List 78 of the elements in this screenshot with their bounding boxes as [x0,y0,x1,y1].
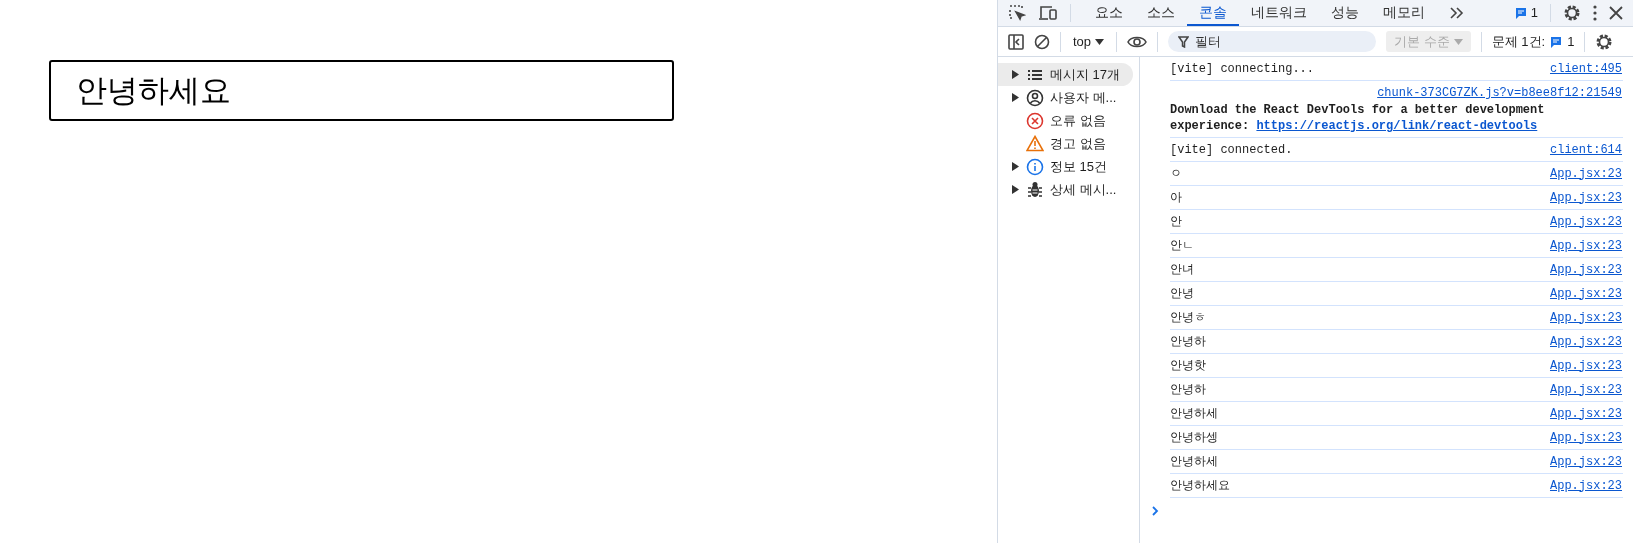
caret-icon [1095,38,1105,45]
log-message: Download the React DevTools for a better development experience: https://reactjs.org/link/react-devtools [1170,102,1546,134]
source-link[interactable]: App.jsx:23 [1550,476,1622,495]
expand-arrow-icon[interactable] [1012,93,1019,102]
log-message: 안녕하세 [1170,453,1218,471]
message-icon [1514,7,1527,19]
error-icon [1026,111,1044,130]
settings-icon[interactable] [1563,4,1581,22]
messages-badge[interactable]: 1 [1514,3,1538,23]
panel-tab[interactable]: 요소 [1083,0,1135,26]
sidebar-item[interactable]: 상세 메시... [998,178,1133,201]
warning-icon [1026,135,1044,152]
settings-icon[interactable] [1595,32,1614,51]
log-message: 안ㄴ [1170,237,1194,255]
bug-icon [1027,180,1043,199]
more-options-icon[interactable] [1593,5,1597,21]
eye-icon[interactable] [1127,34,1148,49]
source-link[interactable]: App.jsx:23 [1550,308,1622,327]
source-link[interactable]: chunk-373CG7ZK.js?v=b8ee8f12:21549 [1377,84,1622,102]
sidebar-toggle-icon[interactable] [1008,33,1024,50]
source-link[interactable]: client:614 [1550,140,1622,159]
filter-field[interactable]: 필터 [1168,31,1377,52]
panel-tab[interactable]: 메모리 [1371,0,1437,26]
log-message: 안녕 [1170,285,1194,303]
log-message: 아 [1170,189,1182,207]
filter-icon [1178,36,1190,48]
source-link[interactable]: client:495 [1550,59,1622,78]
log-message: 안녕ㅎ [1170,309,1206,327]
close-icon[interactable] [1609,6,1623,20]
message-icon [1550,35,1563,48]
source-link[interactable]: App.jsx:23 [1550,164,1622,183]
panel-tab[interactable]: 성능 [1319,0,1371,26]
sidebar-item[interactable]: 메시지 17개 [998,63,1133,86]
caret-icon [1453,38,1463,45]
clear-icon[interactable] [1034,33,1050,50]
source-link[interactable]: App.jsx:23 [1550,380,1622,399]
expand-arrow-icon[interactable] [1012,162,1019,171]
log-message: 안녕하 [1170,381,1206,399]
log-message: 안 [1170,213,1182,231]
log-message: [vite] connected. [1170,141,1293,159]
sidebar-item[interactable]: 정보 15건 [998,155,1133,178]
log-message: ㅇ [1170,165,1182,183]
log-message: [vite] connecting... [1170,60,1315,78]
issues-button[interactable]: 문제 1건: 1 [1491,31,1575,52]
device-icon[interactable] [1038,4,1058,22]
list-icon [1027,67,1043,82]
log-message: 안녕핫 [1170,357,1206,375]
info-icon [1026,157,1044,176]
log-message: 안녕하세 [1170,405,1218,423]
source-link[interactable]: App.jsx:23 [1550,284,1622,303]
user-icon [1026,88,1044,107]
more-tabs-icon[interactable] [1449,6,1465,20]
log-message: 안녀 [1170,261,1194,279]
inspect-icon[interactable] [1008,4,1026,22]
log-message: 안녕하셍 [1170,429,1218,447]
sidebar-item[interactable]: 사용자 메... [998,86,1133,109]
sidebar-item[interactable]: 오류 없음 [998,109,1133,132]
source-link[interactable]: App.jsx:23 [1550,356,1622,375]
source-link[interactable]: App.jsx:23 [1550,260,1622,279]
panel-tab[interactable]: 콘솔 [1187,0,1239,26]
source-link[interactable]: App.jsx:23 [1550,428,1622,447]
sidebar-item[interactable]: 경고 없음 [998,132,1133,155]
log-message: 안녕하세요 [1170,477,1230,495]
expand-arrow-icon[interactable] [1012,70,1019,79]
prompt-icon[interactable] [1152,506,1159,516]
source-link[interactable]: App.jsx:23 [1550,236,1622,255]
source-link[interactable]: App.jsx:23 [1550,188,1622,207]
devtools-link[interactable]: https://reactjs.org/link/react-devtools [1256,119,1538,133]
panel-tab[interactable]: 네트워크 [1239,0,1319,26]
text-input[interactable]: 안녕하세요 [49,60,674,121]
source-link[interactable]: App.jsx:23 [1550,332,1622,351]
log-message: 안녕하 [1170,333,1206,351]
context-dropdown[interactable]: top [1071,31,1107,52]
source-link[interactable]: App.jsx:23 [1550,452,1622,471]
source-link[interactable]: App.jsx:23 [1550,404,1622,423]
source-link[interactable]: App.jsx:23 [1550,212,1622,231]
expand-arrow-icon[interactable] [1012,185,1019,194]
panel-tab[interactable]: 소스 [1135,0,1187,26]
